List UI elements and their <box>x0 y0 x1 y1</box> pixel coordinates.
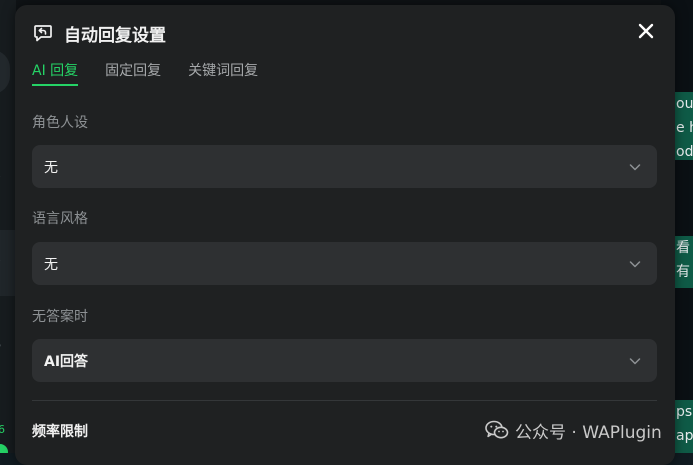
role-persona-label: 角色人设 <box>32 115 88 131</box>
language-style-value: 无 <box>44 256 58 273</box>
chat-list-preview: y <box>0 172 1 185</box>
language-style-select[interactable]: 无 <box>32 242 657 285</box>
reply-type-tabs: AI 回复 固定回复 关键词回复 <box>32 60 285 90</box>
section-divider <box>32 400 657 401</box>
frequency-limit-heading: 频率限制 <box>32 424 88 440</box>
message-line: ps <box>676 404 693 420</box>
chevron-down-icon <box>629 260 641 267</box>
message-line: oda <box>676 144 693 160</box>
chat-list-row-selected[interactable] <box>0 230 16 296</box>
chat-list-preview: y <box>0 256 1 269</box>
watermark-text: 公众号 · WAPlugin <box>515 422 662 443</box>
role-persona-select[interactable]: 无 <box>32 145 657 188</box>
reply-message-icon <box>34 25 52 42</box>
role-persona-value: 无 <box>44 159 58 176</box>
message-line: ou. <box>676 96 693 112</box>
chat-list-time-unread: 6 <box>0 423 5 436</box>
message-line: e ha <box>676 120 693 136</box>
dialog-title: 自动回复设置 <box>64 25 166 46</box>
tab-ai-reply[interactable]: AI 回复 <box>32 60 79 86</box>
no-answer-select[interactable]: AI回答 <box>32 339 657 382</box>
watermark: 公众号 · WAPlugin <box>485 418 662 443</box>
language-style-label: 语言风格 <box>32 211 88 227</box>
no-answer-value: AI回答 <box>44 353 89 370</box>
wechat-icon <box>485 420 509 439</box>
tab-fixed-reply[interactable]: 固定回复 <box>105 60 161 84</box>
message-line: ap <box>676 428 693 444</box>
chevron-down-icon <box>629 357 641 364</box>
chat-list-time: 6 <box>0 338 1 351</box>
message-line: 有 <box>676 264 690 280</box>
no-answer-label: 无答案时 <box>32 309 88 325</box>
close-icon[interactable] <box>635 20 657 42</box>
dialog-header: 自动回复设置 <box>33 21 166 46</box>
chevron-down-icon <box>629 163 641 170</box>
auto-reply-settings-dialog: 自动回复设置 AI 回复 固定回复 关键词回复 角色人设 无 语言风格 无 无答… <box>15 5 675 465</box>
tab-keyword-reply[interactable]: 关键词回复 <box>188 60 258 84</box>
message-line: 看 <box>676 240 690 256</box>
